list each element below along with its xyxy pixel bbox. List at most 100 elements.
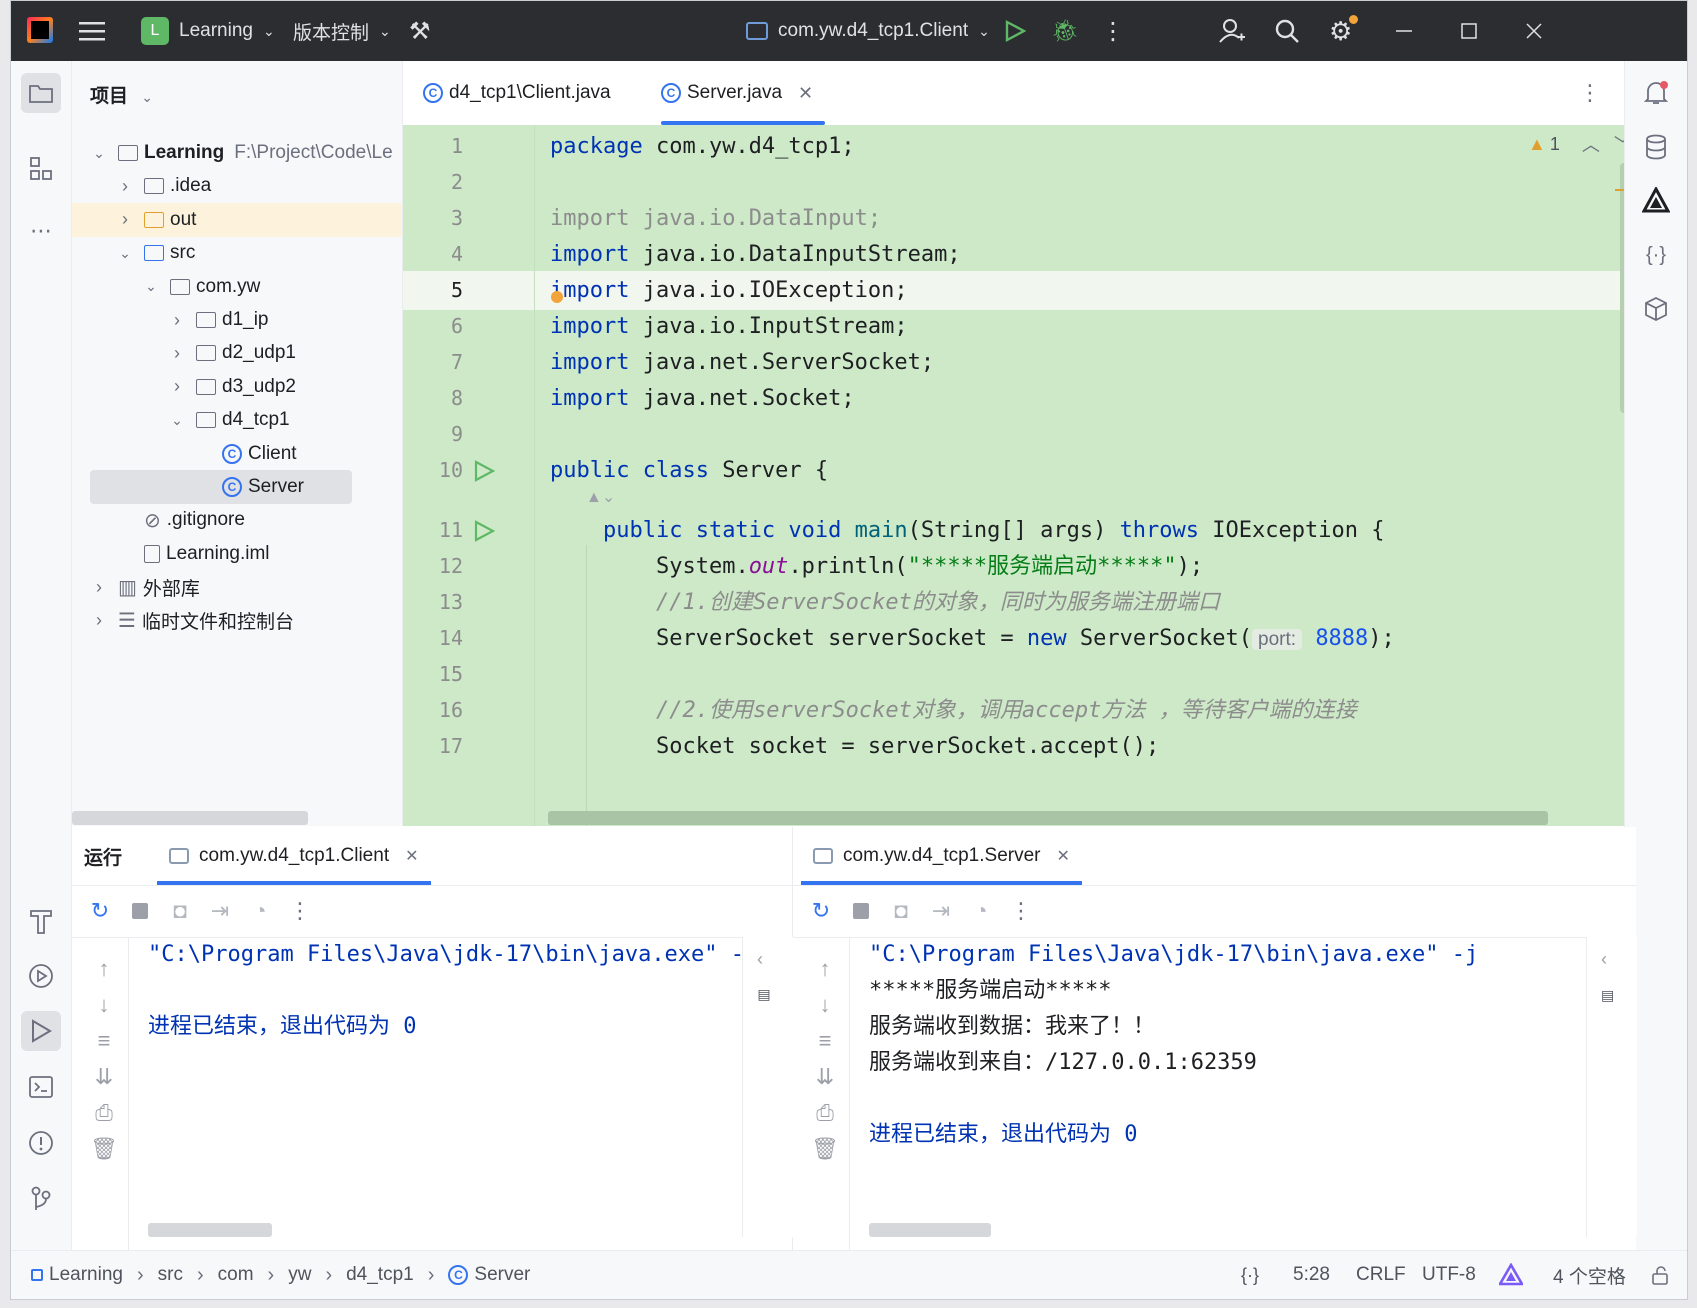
line-number[interactable]: 12 bbox=[403, 547, 463, 586]
rerun-icon[interactable]: ↻ bbox=[803, 893, 839, 929]
tree-item-src[interactable]: ⌄ src bbox=[72, 236, 402, 270]
line-number[interactable]: 1 bbox=[403, 127, 463, 166]
line-number[interactable]: 2 bbox=[403, 163, 463, 202]
code-line[interactable]: 2 bbox=[403, 163, 1636, 202]
json-icon[interactable]: {·} bbox=[1636, 235, 1676, 275]
project-panel-title[interactable]: 项目 ⌄ bbox=[90, 81, 153, 108]
ai-assistant-icon[interactable] bbox=[1636, 181, 1676, 221]
caret-position[interactable]: 5:28 bbox=[1293, 1251, 1330, 1299]
chevron-right-icon[interactable]: › bbox=[118, 209, 132, 230]
tree-item-learning-iml[interactable]: Learning.iml bbox=[72, 537, 402, 571]
tab-server-java[interactable]: C Server.java ✕ bbox=[661, 61, 826, 125]
more-icon[interactable]: ⋮ bbox=[282, 893, 318, 929]
code-line[interactable]: 5 import java.io.IOException; bbox=[403, 271, 1636, 310]
chevron-right-icon[interactable]: › bbox=[118, 176, 132, 197]
scroll-up-icon[interactable]: ↑ bbox=[86, 951, 122, 987]
horizontal-scrollbar[interactable] bbox=[72, 811, 308, 825]
tree-item-client[interactable]: C Client bbox=[72, 437, 402, 471]
packages-icon[interactable] bbox=[1636, 289, 1676, 329]
run-tool-icon[interactable] bbox=[21, 1011, 61, 1051]
stop-icon[interactable] bbox=[122, 893, 158, 929]
line-number[interactable]: 7 bbox=[403, 343, 463, 382]
tree-item-com-yw[interactable]: ⌄ com.yw bbox=[72, 270, 402, 304]
indent-setting[interactable]: 4 个空格 bbox=[1553, 1251, 1626, 1299]
line-number[interactable]: 5 bbox=[403, 271, 463, 310]
code-line[interactable]: 13 //1.创建ServerSocket的对象，同时为服务端注册端口 bbox=[403, 583, 1636, 622]
code-line[interactable]: 1 package com.yw.d4_tcp1; bbox=[403, 127, 1636, 166]
build-tool-icon[interactable] bbox=[21, 901, 61, 941]
tab-client-java[interactable]: C d4_tcp1\Client.java bbox=[423, 61, 611, 125]
vcs-menu[interactable]: 版本控制 ⌄ bbox=[293, 1, 391, 61]
code-line[interactable]: 8 import java.net.Socket; bbox=[403, 379, 1636, 418]
collapse-icon[interactable]: ‹ bbox=[1601, 949, 1607, 970]
line-number[interactable]: 15 bbox=[403, 655, 463, 694]
print-icon[interactable]: ⎙ bbox=[807, 1095, 843, 1131]
intellij-logo-icon[interactable] bbox=[27, 17, 53, 43]
line-number[interactable]: 9 bbox=[403, 415, 463, 454]
line-separator[interactable]: CRLF bbox=[1356, 1251, 1406, 1299]
breadcrumb-item[interactable]: Server bbox=[474, 1264, 530, 1286]
breadcrumb-item[interactable]: com bbox=[218, 1264, 254, 1286]
stop-icon[interactable] bbox=[843, 893, 879, 929]
breadcrumb-item[interactable]: d4_tcp1 bbox=[346, 1264, 414, 1286]
more-icon[interactable]: ⋮ bbox=[1003, 893, 1039, 929]
soft-wrap-icon[interactable]: ≡ bbox=[807, 1023, 843, 1059]
project-switcher[interactable]: L Learning ⌄ bbox=[141, 1, 275, 61]
horizontal-scrollbar[interactable] bbox=[148, 1223, 272, 1237]
line-number[interactable]: 3 bbox=[403, 199, 463, 238]
code-line[interactable]: 3 import java.io.DataInput; bbox=[403, 199, 1636, 238]
soft-wrap-icon[interactable]: ≡ bbox=[86, 1023, 122, 1059]
run-tab-client[interactable]: com.yw.d4_tcp1.Client ✕ bbox=[157, 827, 430, 885]
profiler-icon[interactable]: ◔ bbox=[242, 893, 278, 929]
close-tab-icon[interactable]: ✕ bbox=[798, 83, 813, 104]
code-line[interactable]: 15 bbox=[403, 655, 1636, 694]
camera-icon[interactable]: ◘ bbox=[883, 893, 919, 929]
console-output[interactable]: "C:\Program Files\Java\jdk-17\bin\java.e… bbox=[148, 937, 771, 1045]
horizontal-scrollbar[interactable] bbox=[869, 1223, 991, 1237]
settings-icon[interactable]: ⚙ bbox=[1329, 1, 1358, 61]
restore-layout-icon[interactable]: ⇥ bbox=[202, 893, 238, 929]
line-number[interactable]: 16 bbox=[403, 691, 463, 730]
tree-item-d1-ip[interactable]: › d1_ip bbox=[72, 303, 402, 337]
chevron-down-icon[interactable]: ⌄ bbox=[92, 145, 106, 162]
run-tab-server[interactable]: com.yw.d4_tcp1.Server ✕ bbox=[801, 827, 1082, 885]
code-area[interactable]: 1 package com.yw.d4_tcp1; 2 3 import java.io… bbox=[403, 125, 1636, 826]
structure-icon[interactable] bbox=[21, 149, 61, 189]
code-line[interactable]: 4 import java.io.DataInputStream; bbox=[403, 235, 1636, 274]
chevron-right-icon[interactable]: › bbox=[170, 310, 184, 331]
scroll-to-end-icon[interactable]: ⇊ bbox=[86, 1059, 122, 1095]
tree-item-d3-udp2[interactable]: › d3_udp2 bbox=[72, 370, 402, 404]
line-number[interactable]: 17 bbox=[403, 727, 463, 766]
build-icon[interactable]: ⚒ bbox=[409, 1, 431, 61]
horizontal-scrollbar[interactable] bbox=[548, 811, 1548, 825]
more-icon[interactable]: ⋮ bbox=[1101, 1, 1125, 61]
profiler-icon[interactable]: ◔ bbox=[963, 893, 999, 929]
chevron-right-icon[interactable]: › bbox=[170, 343, 184, 364]
breadcrumb-item[interactable]: Learning bbox=[49, 1264, 123, 1286]
scroll-down-icon[interactable]: ↓ bbox=[807, 987, 843, 1023]
tree-item-[interactable]: › ▥ 外部库 bbox=[72, 570, 402, 604]
previous-highlight-icon[interactable]: ︿ bbox=[1582, 131, 1600, 157]
gutter-run-icon[interactable] bbox=[473, 460, 496, 487]
scroll-down-icon[interactable]: ↓ bbox=[86, 987, 122, 1023]
tree-item-server[interactable]: C Server bbox=[90, 470, 352, 504]
close-tab-icon[interactable]: ✕ bbox=[1056, 846, 1069, 866]
line-number[interactable]: 8 bbox=[403, 379, 463, 418]
chevron-down-icon[interactable]: ⌄ bbox=[170, 412, 184, 429]
line-number[interactable]: 10 bbox=[403, 451, 463, 490]
chevron-down-icon[interactable]: ⌄ bbox=[118, 245, 132, 262]
add-user-icon[interactable] bbox=[1219, 1, 1245, 61]
code-line[interactable]: 9 bbox=[403, 415, 1636, 454]
debug-icon[interactable]: 🐞︎ bbox=[1051, 1, 1079, 61]
intention-bulb-icon[interactable] bbox=[551, 291, 563, 303]
git-icon[interactable] bbox=[21, 1179, 61, 1219]
code-line[interactable]: 16 //2.使用serverSocket对象，调用accept方法 ，等待客户… bbox=[403, 691, 1636, 730]
inspection-widget[interactable]: ▲ 1 ︿ ﹀ bbox=[1528, 131, 1632, 157]
file-encoding[interactable]: UTF-8 bbox=[1422, 1251, 1476, 1299]
clear-icon[interactable]: 🗑︎ bbox=[86, 1131, 122, 1167]
chevron-right-icon[interactable]: › bbox=[92, 610, 106, 631]
lock-icon[interactable] bbox=[1651, 1251, 1671, 1299]
scroll-up-icon[interactable]: ↑ bbox=[807, 951, 843, 987]
code-line[interactable]: 14 ServerSocket serverSocket = new Serve… bbox=[403, 619, 1636, 658]
close-icon[interactable] bbox=[1526, 1, 1542, 61]
